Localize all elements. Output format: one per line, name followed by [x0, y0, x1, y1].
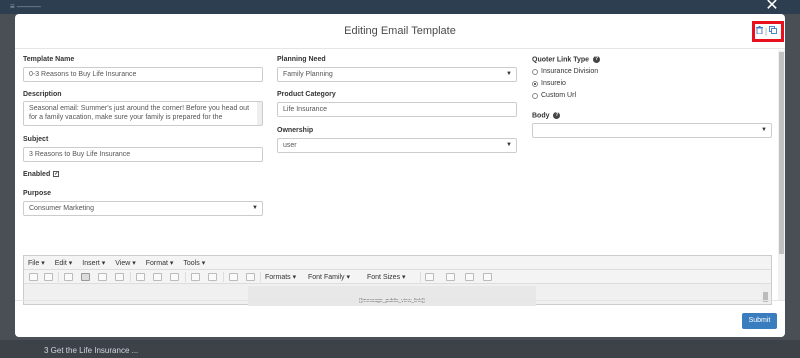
- toolbar-divider: [260, 272, 261, 282]
- subject-input[interactable]: 3 Reasons to Buy Life Insurance: [23, 147, 263, 162]
- formats-dropdown[interactable]: Formats ▾: [265, 273, 296, 281]
- toolbar-divider: [185, 272, 186, 282]
- rich-text-editor: File ▾ Edit ▾ Insert ▾ View ▾ Format ▾ Tools …: [23, 255, 772, 306]
- ownership-value: user: [283, 142, 297, 149]
- editor-menu-item[interactable]: Edit ▾: [55, 259, 73, 267]
- ownership-label: Ownership: [277, 127, 314, 134]
- outdent-button[interactable]: [229, 273, 238, 281]
- product-category-value: Life Insurance: [283, 106, 327, 113]
- numbered-list-button[interactable]: [208, 273, 217, 281]
- modal-body: Template Name 0-3 Reasons to Buy Life In…: [15, 50, 785, 306]
- template-name-input[interactable]: 0-3 Reasons to Buy Life Insurance: [23, 67, 263, 82]
- chevron-down-icon: ▼: [506, 71, 512, 77]
- radio-insureio[interactable]: Insureio: [532, 80, 566, 87]
- editor-menu-item[interactable]: Insert ▾: [82, 259, 105, 267]
- product-category-select[interactable]: Life Insurance: [277, 102, 517, 117]
- body-label: Body: [532, 112, 550, 120]
- strikethrough-button[interactable]: [115, 273, 124, 281]
- indent-button[interactable]: [246, 273, 255, 281]
- toolbar-divider: [58, 272, 59, 282]
- align-center-button[interactable]: [153, 273, 162, 281]
- radio-label: Insurance Division: [541, 68, 599, 75]
- bold-button[interactable]: [64, 273, 73, 281]
- body-field: Body ?: [532, 112, 561, 120]
- ownership-select[interactable]: user ▼: [277, 138, 517, 153]
- align-left-button[interactable]: [136, 273, 145, 281]
- editor-menu-item[interactable]: Tools ▾: [183, 259, 205, 267]
- submit-button[interactable]: Submit: [742, 313, 777, 329]
- background-topbar: ≡ ———: [0, 0, 800, 14]
- radio-label: Custom Url: [541, 92, 577, 99]
- modal-footer: Submit: [15, 300, 785, 337]
- subject-label: Subject: [23, 136, 49, 143]
- editor-menu-item[interactable]: View ▾: [115, 259, 136, 267]
- background-row: 3 Get the Life Insurance ...: [0, 340, 800, 358]
- editor-menu-item[interactable]: Format ▾: [146, 259, 174, 267]
- quoter-link-type-label: Quoter Link Type: [532, 56, 590, 64]
- editor-menu-item[interactable]: File ▾: [28, 259, 45, 267]
- image-button[interactable]: [465, 273, 474, 281]
- template-name-label: Template Name: [23, 56, 75, 63]
- purpose-label: Purpose: [23, 190, 52, 197]
- scrollbar-thumb[interactable]: [779, 52, 784, 254]
- body-select[interactable]: ▼: [532, 123, 772, 138]
- quoter-link-type-field: Quoter Link Type ?: [532, 56, 600, 63]
- close-icon[interactable]: ✕: [764, 0, 780, 14]
- help-icon[interactable]: ?: [593, 56, 600, 63]
- description-line-1: Seasonal email: Summer's just around the…: [29, 105, 250, 112]
- planning-need-value: Family Planning: [283, 71, 333, 78]
- modal-header: Editing Email Template |: [15, 14, 785, 49]
- radio-button[interactable]: [532, 92, 538, 99]
- enabled-checkbox[interactable]: ✓: [53, 171, 60, 178]
- planning-need-select[interactable]: Family Planning ▼: [277, 67, 517, 82]
- background-menu-text: ≡ ———: [10, 2, 41, 11]
- radio-button[interactable]: [532, 68, 538, 75]
- chevron-down-icon: ▼: [252, 205, 258, 211]
- highlight-annotation-box: [752, 21, 784, 42]
- italic-button[interactable]: [81, 273, 90, 281]
- modal-scrollbar[interactable]: [778, 50, 785, 300]
- help-icon[interactable]: ?: [553, 112, 561, 119]
- purpose-value: Consumer Marketing: [29, 205, 94, 212]
- text-color-button[interactable]: [425, 273, 434, 281]
- purpose-select[interactable]: Consumer Marketing ▼: [23, 201, 263, 216]
- radio-insurance-division[interactable]: Insurance Division: [532, 68, 598, 75]
- bullet-list-button[interactable]: [191, 273, 200, 281]
- radio-label: Insureio: [541, 80, 566, 87]
- radio-button-selected[interactable]: [532, 80, 538, 87]
- product-category-label: Product Category: [277, 91, 336, 98]
- editor-menubar: File ▾ Edit ▾ Insert ▾ View ▾ Format ▾ Tools …: [24, 256, 771, 270]
- modal-title: Editing Email Template: [344, 25, 456, 37]
- redo-button[interactable]: [44, 273, 53, 281]
- toolbar-divider: [420, 272, 421, 282]
- planning-need-label: Planning Need: [277, 56, 326, 63]
- chevron-down-icon: ▼: [506, 142, 512, 148]
- font-family-dropdown[interactable]: Font Family ▾: [308, 273, 350, 281]
- undo-button[interactable]: [29, 273, 38, 281]
- chevron-down-icon: ▼: [761, 127, 767, 133]
- background-link: 3 Get the Life Insurance ...: [44, 346, 139, 355]
- description-label: Description: [23, 91, 62, 98]
- toolbar-divider: [130, 272, 131, 282]
- edit-email-template-modal: Editing Email Template | Template Name 0…: [15, 14, 785, 337]
- underline-button[interactable]: [98, 273, 107, 281]
- align-right-button[interactable]: [170, 273, 179, 281]
- description-line-2: for a family vacation, make sure your fa…: [29, 114, 223, 121]
- description-scrollbar[interactable]: [257, 102, 262, 125]
- source-code-button[interactable]: [483, 273, 492, 281]
- toolbar-divider: [223, 272, 224, 282]
- radio-custom-url[interactable]: Custom Url: [532, 92, 576, 99]
- enabled-field: Enabled ✓: [23, 171, 60, 178]
- link-button[interactable]: [446, 273, 455, 281]
- font-sizes-dropdown[interactable]: Font Sizes ▾: [367, 273, 406, 281]
- editor-toolbar: Formats ▾ Font Family ▾ Font Sizes ▾: [24, 270, 771, 284]
- description-textarea[interactable]: Seasonal email: Summer's just around the…: [23, 101, 263, 126]
- enabled-label: Enabled: [23, 171, 51, 178]
